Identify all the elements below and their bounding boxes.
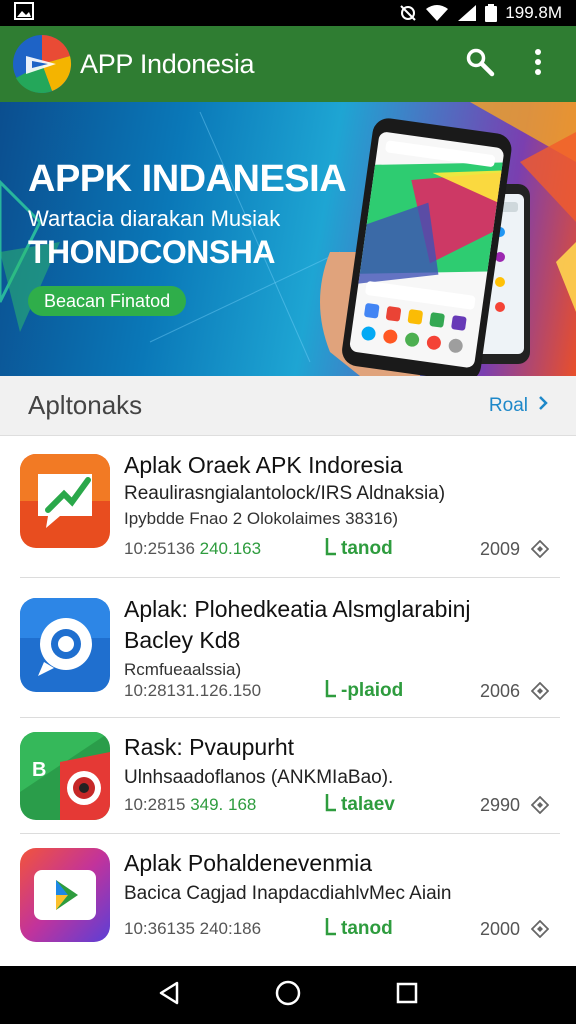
app-date: 10:28131.126.150 [124, 681, 262, 700]
app-icon-play [20, 848, 110, 942]
list-item[interactable]: B Rask: Pvaupurht Ulnhsaadoflanos (ANKMI… [0, 718, 576, 834]
banner-title: APPK INDANESIA [28, 158, 347, 200]
app-description: Ulnhsaadoflanos (ANKMIaBao). [124, 767, 394, 788]
app-title: Aplak: Plohedkeatia Alsmglarabinj [124, 596, 471, 622]
back-button[interactable] [149, 975, 189, 1015]
list-item[interactable]: Aplak Pohaldenevenmia Bacica Cagjad Inap… [0, 834, 576, 964]
search-icon [465, 47, 495, 82]
promo-banner[interactable]: APPK INDANESIA Wartacia diarakan Musiak … [0, 102, 576, 376]
download-icon [324, 536, 338, 562]
chevron-right-icon [538, 395, 548, 417]
diamond-icon[interactable] [530, 795, 550, 815]
section-header: Apltonaks Roal [0, 376, 576, 436]
download-button[interactable]: talaev [324, 792, 395, 818]
status-time: 199.8M [505, 3, 562, 22]
app-details: Rcmfueaalssia) [124, 660, 242, 679]
app-date: 10:2815 349. 168 [124, 795, 257, 814]
app-title: Rask: Pvaupurht [124, 734, 295, 760]
battery-icon [485, 4, 498, 22]
diamond-icon[interactable] [530, 681, 550, 701]
mute-icon [399, 4, 417, 22]
banner-subtitle-secondary: THONDCONSHA [28, 234, 275, 270]
app-year: 2006 [479, 680, 520, 701]
image-notification-icon [14, 1, 34, 25]
app-details: Ipybdde Fnao 2 Olokolaimes 38316) [124, 509, 399, 528]
app-icon-blue [20, 598, 110, 692]
app-description: Reaulirasngialantolock/IRS Aldnaksia) [124, 483, 446, 504]
svg-text:B: B [32, 759, 46, 781]
download-button[interactable]: -plaiod [324, 678, 403, 704]
section-title: Apltonaks [28, 390, 143, 420]
download-button[interactable]: tanod [324, 536, 393, 562]
more-vert-icon [533, 47, 543, 82]
list-item[interactable]: Aplak Oraek APK Indoresia Reaulirasngial… [0, 436, 576, 578]
app-year: 2009 [479, 538, 520, 559]
app-year: 2990 [479, 794, 520, 815]
recents-square-icon [396, 982, 418, 1009]
signal-icon [457, 4, 477, 22]
app-icon-green-red: B [20, 732, 110, 820]
search-button[interactable] [458, 42, 502, 86]
list-item[interactable]: Aplak: Plohedkeatia Alsmglarabinj Bacley… [0, 578, 576, 718]
app-description: Bacley Kd8 [124, 627, 241, 653]
recents-button[interactable] [387, 975, 427, 1015]
download-button[interactable]: tanod [324, 916, 393, 942]
download-icon [324, 916, 338, 942]
app-icon-orange [20, 454, 110, 548]
banner-cta-button[interactable]: Beacan Finatod [28, 286, 187, 316]
banner-subtitle: Wartacia diarakan Musiak [28, 206, 281, 231]
system-nav-bar [0, 966, 576, 1024]
back-triangle-icon [158, 981, 180, 1010]
download-icon [324, 678, 338, 704]
app-date: 10:25136 240.163 [124, 539, 262, 558]
download-icon [324, 792, 338, 818]
section-link-label: Roal [488, 394, 528, 416]
app-title: APP Indonesia [80, 48, 255, 79]
app-year: 2000 [479, 918, 520, 939]
diamond-icon[interactable] [530, 919, 550, 939]
home-button[interactable] [268, 975, 308, 1015]
more-options-button[interactable] [516, 42, 560, 86]
app-title: Aplak Oraek APK Indoresia [124, 452, 403, 478]
app-date: 10:36135 240:186 [124, 919, 262, 938]
app-title: Aplak Pohaldenevenmia [124, 850, 373, 876]
status-bar: 199.8M [0, 0, 576, 26]
wifi-icon [425, 4, 449, 22]
app-description: Bacica Cagjad InapdacdiahlvMec Aiain [124, 883, 452, 904]
diamond-icon[interactable] [530, 539, 550, 559]
section-more-link[interactable]: Roal [489, 395, 548, 417]
home-circle-icon [275, 980, 301, 1011]
app-logo-icon [12, 34, 72, 94]
app-bar: APP Indonesia [0, 26, 576, 102]
